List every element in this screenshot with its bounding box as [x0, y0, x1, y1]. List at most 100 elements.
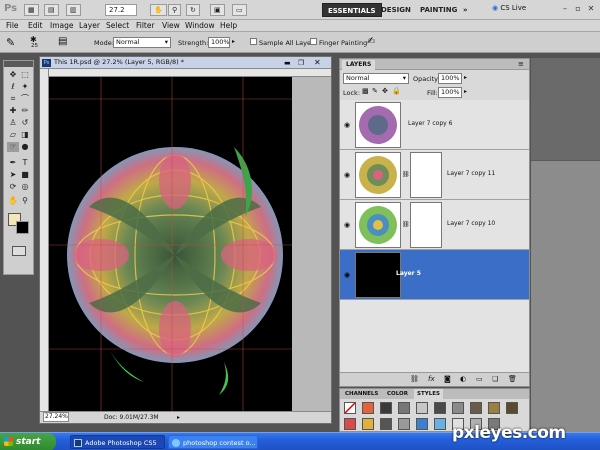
- taskbar-item-photoshop[interactable]: Adobe Photoshop CS5: [70, 435, 165, 449]
- lasso-tool-icon[interactable]: ℓ: [7, 82, 19, 92]
- workspace-more-button[interactable]: »: [458, 3, 473, 17]
- brush-tool-icon[interactable]: ✏: [19, 106, 31, 116]
- lock-transparent-icon[interactable]: ▩: [362, 87, 369, 95]
- zoom-tool-button[interactable]: ⚲: [168, 4, 182, 16]
- new-layer-icon[interactable]: ❏: [492, 375, 498, 383]
- new-group-icon[interactable]: ▭: [476, 375, 483, 383]
- layer-row-layer-7-copy-6[interactable]: ◉ Layer 7 copy 6: [340, 100, 529, 150]
- layer-mask-thumbnail[interactable]: [410, 152, 442, 198]
- style-swatch[interactable]: [380, 418, 392, 430]
- blend-mode-select[interactable]: Normal ▾: [343, 73, 409, 84]
- shape-tool-icon[interactable]: ■: [19, 170, 31, 180]
- path-selection-tool-icon[interactable]: ➤: [7, 170, 19, 180]
- minimize-button[interactable]: –: [560, 3, 570, 14]
- pressure-icon[interactable]: ✍: [367, 36, 375, 47]
- smudge-tool-icon[interactable]: ☞: [7, 142, 19, 152]
- quick-mask-icon[interactable]: [12, 246, 26, 256]
- add-mask-icon[interactable]: ◙: [444, 375, 451, 383]
- menu-filter[interactable]: Filter: [136, 21, 155, 31]
- tab-channels[interactable]: CHANNELS: [342, 389, 382, 399]
- horizontal-ruler[interactable]: [49, 69, 331, 77]
- workspace-essentials[interactable]: ESSENTIALS: [322, 3, 382, 17]
- healing-brush-tool-icon[interactable]: ✚: [7, 106, 19, 116]
- lock-position-icon[interactable]: ✥: [382, 87, 388, 95]
- minibridge-button[interactable]: ▤: [44, 4, 59, 16]
- style-swatch[interactable]: [416, 402, 428, 414]
- document-restore-icon[interactable]: ❐: [298, 59, 304, 67]
- document-tab[interactable]: Ps This 1R.psd @ 27.2% (Layer 5, RGB/8) …: [40, 57, 331, 69]
- eye-icon[interactable]: ◉: [342, 271, 352, 279]
- fx-icon[interactable]: fx: [428, 375, 435, 383]
- gradient-tool-icon[interactable]: ◨: [19, 130, 31, 140]
- menu-layer[interactable]: Layer: [79, 21, 100, 31]
- eyedropper-tool-icon[interactable]: ⌒: [19, 94, 31, 104]
- style-swatch[interactable]: [416, 418, 428, 430]
- zoom-tool-icon[interactable]: ⚲: [19, 196, 31, 206]
- hand-tool-icon[interactable]: ✋: [7, 196, 19, 206]
- link-layers-icon[interactable]: ⛓: [410, 375, 419, 383]
- sample-all-layers-checkbox[interactable]: [250, 38, 257, 45]
- zoom-level-field[interactable]: 27.2: [105, 4, 137, 16]
- panel-menu-icon[interactable]: ≡: [518, 60, 524, 68]
- clone-stamp-tool-icon[interactable]: ♙: [7, 118, 19, 128]
- style-swatch[interactable]: [344, 418, 356, 430]
- opacity-field[interactable]: 100%: [438, 73, 462, 84]
- menu-file[interactable]: File: [6, 21, 19, 31]
- 3d-orbit-tool-icon[interactable]: ◎: [19, 182, 31, 192]
- style-swatch[interactable]: [398, 402, 410, 414]
- brush-panel-icon[interactable]: ▤: [58, 36, 67, 47]
- zoom-status-field[interactable]: 27.24%: [43, 412, 69, 422]
- move-tool-icon[interactable]: ✥: [7, 70, 19, 80]
- style-swatch[interactable]: [398, 418, 410, 430]
- screen-mode-button[interactable]: ▭: [232, 4, 247, 16]
- menu-help[interactable]: Help: [220, 21, 237, 31]
- background-color-swatch[interactable]: [16, 221, 29, 234]
- strength-field[interactable]: 100%: [208, 37, 230, 48]
- eye-icon[interactable]: ◉: [342, 221, 352, 229]
- extras-button[interactable]: ▥: [66, 4, 81, 16]
- style-swatch[interactable]: [452, 402, 464, 414]
- fill-slider-arrow-icon[interactable]: ▸: [464, 88, 467, 95]
- 3d-rotate-tool-icon[interactable]: ⟳: [7, 182, 19, 192]
- style-swatch[interactable]: [470, 402, 482, 414]
- bridge-button[interactable]: ▦: [24, 4, 39, 16]
- quick-select-tool-icon[interactable]: ✦: [19, 82, 31, 92]
- history-brush-tool-icon[interactable]: ↺: [19, 118, 31, 128]
- eye-icon[interactable]: ◉: [342, 121, 352, 129]
- maximize-button[interactable]: ▫: [573, 3, 583, 14]
- lock-image-icon[interactable]: ✎: [372, 87, 378, 95]
- rotate-view-button[interactable]: ↻: [186, 4, 200, 16]
- mode-select[interactable]: Normal ▾: [113, 37, 171, 48]
- style-swatch[interactable]: [362, 418, 374, 430]
- menu-select[interactable]: Select: [106, 21, 129, 31]
- finger-painting-checkbox[interactable]: [310, 38, 317, 45]
- adjustment-layer-icon[interactable]: ◐: [460, 375, 466, 383]
- close-button[interactable]: ✕: [586, 3, 596, 14]
- style-swatch-none[interactable]: [344, 402, 356, 414]
- workspace-painting[interactable]: PAINTING: [415, 3, 462, 17]
- start-button[interactable]: start: [0, 433, 56, 450]
- layer-row-layer-7-copy-10[interactable]: ◉ ⛓ Layer 7 copy 10: [340, 200, 529, 250]
- arrange-documents-button[interactable]: ▣: [210, 4, 225, 16]
- fill-field[interactable]: 100%: [438, 87, 462, 98]
- dodge-tool-icon[interactable]: ●: [19, 142, 31, 152]
- style-swatch[interactable]: [434, 418, 446, 430]
- tab-layers[interactable]: LAYERS: [342, 60, 376, 70]
- eye-icon[interactable]: ◉: [342, 171, 352, 179]
- style-swatch[interactable]: [434, 402, 446, 414]
- style-swatch[interactable]: [488, 402, 500, 414]
- tab-color[interactable]: COLOR: [384, 389, 411, 399]
- eraser-tool-icon[interactable]: ▱: [7, 130, 19, 140]
- tab-styles[interactable]: STYLES: [414, 389, 443, 399]
- layer-row-layer-5[interactable]: ◉ Layer 5: [340, 250, 529, 300]
- menu-image[interactable]: Image: [50, 21, 74, 31]
- hand-tool-button[interactable]: ✋: [150, 4, 167, 16]
- smudge-tool-preset-icon[interactable]: ✎: [6, 36, 15, 49]
- layer-mask-thumbnail[interactable]: [410, 202, 442, 248]
- strength-slider-arrow-icon[interactable]: ▸: [232, 38, 235, 45]
- workspace-design[interactable]: DESIGN: [376, 3, 416, 17]
- opacity-slider-arrow-icon[interactable]: ▸: [464, 74, 467, 81]
- lock-all-icon[interactable]: 🔒: [392, 87, 401, 95]
- style-swatch[interactable]: [506, 402, 518, 414]
- menu-window[interactable]: Window: [185, 21, 215, 31]
